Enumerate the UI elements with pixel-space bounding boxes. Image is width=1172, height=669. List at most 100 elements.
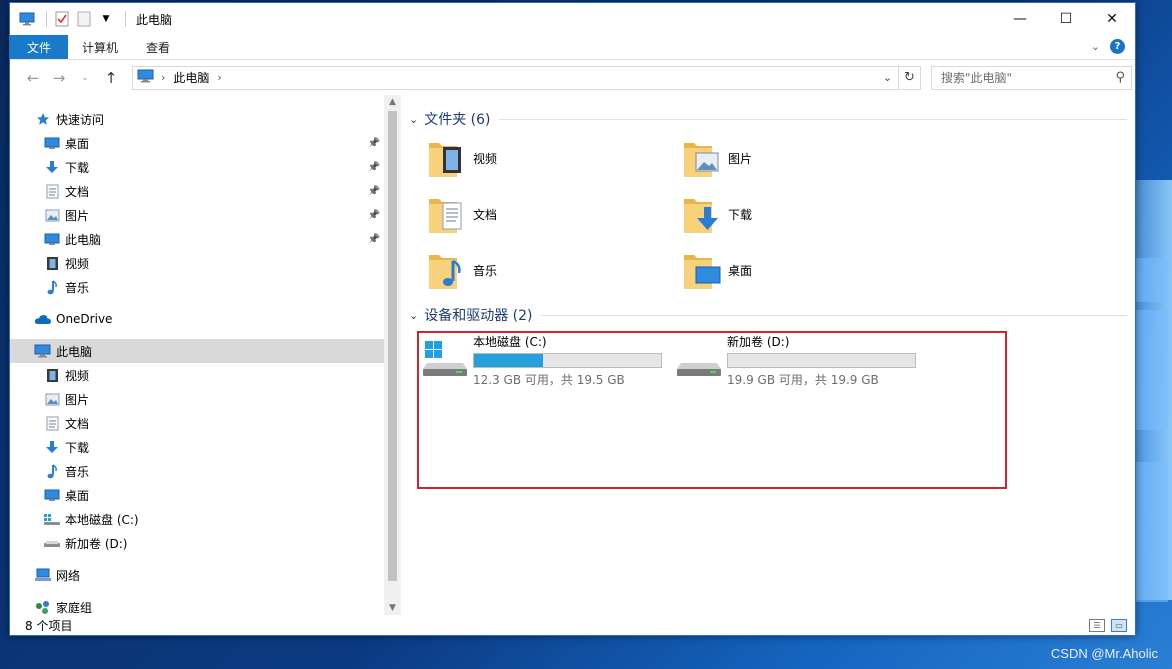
title-separator (46, 11, 47, 27)
recent-locations-icon[interactable]: ⌄ (72, 73, 98, 83)
sidebar-item-quick-access[interactable]: 快速访问 (10, 107, 384, 131)
scroll-down-icon[interactable]: ▼ (384, 603, 401, 613)
back-button[interactable]: ← (20, 69, 46, 87)
maximize-button[interactable]: ☐ (1043, 3, 1089, 35)
sidebar-item-quick-1[interactable]: 下载 📌 (10, 155, 384, 179)
search-icon: ⚲ (1115, 69, 1125, 85)
sidebar-item-label: 视频 (65, 256, 90, 271)
breadcrumb-chevron-icon[interactable]: › (161, 71, 165, 84)
sidebar-item-label: 下载 (65, 440, 90, 455)
breadcrumb[interactable]: 此电脑 (173, 69, 209, 86)
download-folder-icon (682, 193, 722, 235)
sidebar-item-label: 本地磁盘 (C:) (65, 512, 139, 527)
item-count: 8 个项目 (25, 618, 73, 633)
search-input[interactable]: 搜索"此电脑" ⚲ (931, 65, 1132, 90)
sidebar-item-label: 家庭组 (56, 600, 93, 615)
sidebar-item-quick-4[interactable]: 此电脑 📌 (10, 227, 384, 251)
sidebar-item-label: OneDrive (56, 312, 113, 326)
sidebar-item-pc-0[interactable]: 视频 (10, 363, 384, 387)
download-icon (43, 158, 61, 176)
pin-icon[interactable]: 📌 (368, 234, 380, 245)
collapse-chevron-icon[interactable]: ⌄ (409, 309, 418, 322)
quick-access-dropdown-icon[interactable]: ▼ (97, 10, 115, 28)
pin-icon[interactable]: 📌 (368, 162, 380, 173)
folder-item[interactable]: 音乐 (427, 249, 497, 291)
sidebar-item-quick-6[interactable]: 音乐 (10, 275, 384, 299)
large-icons-view-icon[interactable]: ▭ (1111, 619, 1127, 632)
ribbon-tabs: 文件 计算机 查看 ⌄ ? (10, 35, 1135, 59)
desktop-icon (43, 134, 61, 152)
folder-item[interactable]: 文档 (427, 193, 497, 235)
drive-c-icon (43, 510, 61, 528)
folder-item[interactable]: 视频 (427, 137, 497, 179)
sidebar-item-label: 音乐 (65, 464, 90, 479)
scrollbar-thumb[interactable] (388, 111, 397, 581)
picture-icon (43, 390, 61, 408)
download-icon (43, 438, 61, 456)
sidebar-item-quick-5[interactable]: 视频 (10, 251, 384, 275)
sidebar-item-pc-5[interactable]: 桌面 (10, 483, 384, 507)
window-title: 此电脑 (136, 12, 173, 27)
sidebar-item-pc-6[interactable]: 本地磁盘 (C:) (10, 507, 384, 531)
sidebar-item-quick-0[interactable]: 桌面 📌 (10, 131, 384, 155)
main-area: 快速访问 桌面 📌 下载 📌 文档 📌 图片 📌 此电脑 📌 视频 音乐 OneDrive 此电脑 视… (10, 95, 1135, 615)
sidebar-item-pc-4[interactable]: 音乐 (10, 459, 384, 483)
pin-icon[interactable]: 📌 (368, 138, 380, 149)
folder-item[interactable]: 图片 (682, 137, 752, 179)
address-bar[interactable]: › 此电脑 › ⌄ (132, 65, 899, 90)
navigation-bar: ← → ⌄ ↑ › 此电脑 › ⌄ ↻ 搜索"此电脑" ⚲ (10, 59, 1135, 95)
sidebar-item-pc-1[interactable]: 图片 (10, 387, 384, 411)
help-icon[interactable]: ? (1110, 39, 1125, 54)
tab-computer[interactable]: 计算机 (68, 35, 132, 59)
group-divider (540, 314, 1127, 316)
desktop-folder-icon (682, 249, 722, 291)
tab-view[interactable]: 查看 (132, 35, 184, 59)
group-divider (498, 118, 1127, 120)
collapse-chevron-icon[interactable]: ⌄ (409, 113, 418, 126)
sidebar-item-label: 音乐 (65, 280, 90, 295)
up-button[interactable]: ↑ (98, 69, 124, 87)
video-icon (43, 366, 61, 384)
sidebar-item-quick-3[interactable]: 图片 📌 (10, 203, 384, 227)
sidebar-item-label: 桌面 (65, 488, 90, 503)
sidebar-item-pc-3[interactable]: 下载 (10, 435, 384, 459)
navigation-pane: 快速访问 桌面 📌 下载 📌 文档 📌 图片 📌 此电脑 📌 视频 音乐 OneDrive 此电脑 视… (10, 95, 384, 615)
sidebar-item-label: 视频 (65, 368, 90, 383)
folder-label: 桌面 (728, 263, 753, 278)
folder-label: 下载 (728, 207, 753, 222)
folder-label: 音乐 (473, 263, 498, 278)
breadcrumb-chevron-icon[interactable]: › (217, 71, 221, 84)
sidebar-item-network[interactable]: 网络 (10, 563, 384, 587)
drive-d-icon (43, 534, 61, 552)
pin-icon[interactable]: 📌 (368, 210, 380, 221)
new-folder-icon[interactable] (75, 10, 93, 28)
refresh-button[interactable]: ↻ (899, 65, 921, 90)
folder-item[interactable]: 桌面 (682, 249, 752, 291)
tab-file[interactable]: 文件 (10, 35, 69, 59)
details-view-icon[interactable]: ☰ (1089, 619, 1105, 632)
explorer-window: ▼ 此电脑 — ☐ ✕ 文件 计算机 查看 ⌄ ? ← → ⌄ ↑ › 此电脑 … (9, 2, 1136, 636)
drives-group-header[interactable]: ⌄ 设备和驱动器 (2) (409, 305, 1127, 325)
sidebar-item-pc-2[interactable]: 文档 (10, 411, 384, 435)
expand-ribbon-icon[interactable]: ⌄ (1091, 40, 1100, 53)
forward-button[interactable]: → (46, 69, 72, 87)
sidebar-item-onedrive[interactable]: OneDrive (10, 307, 384, 331)
folders-group-header[interactable]: ⌄ 文件夹 (6) (409, 109, 1127, 129)
close-button[interactable]: ✕ (1089, 3, 1135, 35)
folder-item[interactable]: 下载 (682, 193, 752, 235)
sidebar-item-this-pc[interactable]: 此电脑 (10, 339, 384, 363)
sidebar-item-pc-7[interactable]: 新加卷 (D:) (10, 531, 384, 555)
sidebar-item-quick-2[interactable]: 文档 📌 (10, 179, 384, 203)
watermark: CSDN @Mr.Aholic (1050, 646, 1158, 661)
minimize-button[interactable]: — (997, 3, 1043, 35)
sidebar-item-label: 快速访问 (56, 112, 105, 127)
address-dropdown-icon[interactable]: ⌄ (876, 66, 898, 89)
music-icon (43, 278, 61, 296)
scroll-up-icon[interactable]: ▲ (384, 97, 401, 107)
navigation-scrollbar[interactable]: ▲ ▼ (384, 95, 401, 615)
pin-icon[interactable]: 📌 (368, 186, 380, 197)
properties-icon[interactable] (53, 10, 71, 28)
